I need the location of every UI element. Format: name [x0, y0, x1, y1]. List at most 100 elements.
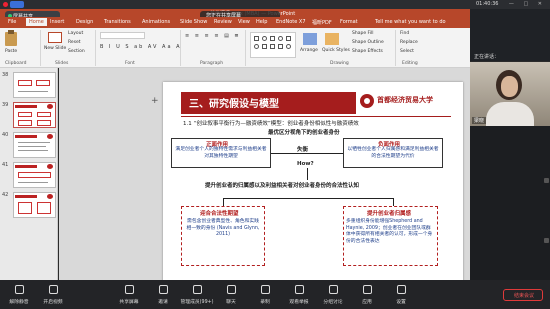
members-icon	[193, 285, 202, 294]
belonging-body: 多重组织身份能增强Shepherd and Haynie, 2009；创业者在创…	[346, 219, 433, 244]
video-panel-background	[470, 126, 550, 296]
add-icon[interactable]: +	[151, 96, 159, 106]
slide-thumbnail-panel: 38 39 40 41 42	[0, 68, 58, 296]
slide-thumbnail[interactable]	[13, 72, 56, 98]
tab-format[interactable]: Format	[340, 19, 358, 25]
tab-review[interactable]: Review	[214, 19, 232, 25]
paste-button[interactable]: Paste	[5, 49, 17, 54]
slide-thumbnail[interactable]	[13, 162, 56, 188]
window-controls[interactable]: — □ ✕	[509, 1, 546, 7]
current-slide[interactable]: 三、研究假设与模型 首都经济贸易大学 1.1 “创业叙事平衡行为—融资绩效”模型…	[163, 82, 463, 292]
legitimacy-body: 需包含创业者典型性、角色和实践相一致的身份 (Navis and Glynn, …	[186, 219, 260, 237]
ribbon-divider	[180, 30, 181, 66]
tab-slide-show[interactable]: Slide Show	[180, 19, 207, 25]
apps-icon	[363, 285, 372, 294]
start-video-button[interactable]: 开启视频	[36, 280, 70, 309]
group-slides: Slides	[55, 61, 69, 66]
font-format-buttons[interactable]: B I U S ab AV Aa A	[100, 44, 182, 50]
quick-styles-button[interactable]: Quick Styles	[322, 48, 350, 53]
group-drawing: Drawing	[330, 61, 349, 66]
breakout-button[interactable]: 分组讨论	[316, 280, 350, 309]
new-slide-icon[interactable]	[48, 32, 62, 43]
section-button[interactable]: Section	[68, 49, 85, 54]
group-clipboard: Clipboard	[5, 61, 27, 66]
negative-effect-body: 以牺牲创业者个人归属感和满足利益相关者的合法性期望为代价	[347, 147, 439, 159]
perspective-heading: 最优区分视角下的创业者身份	[268, 130, 340, 136]
manage-members-button[interactable]: 管理成员(99+)	[180, 280, 214, 309]
paste-icon[interactable]	[5, 30, 17, 46]
panel-expand-icon[interactable]	[544, 238, 549, 243]
tab-insert[interactable]: Insert	[50, 19, 64, 25]
tab-view[interactable]: View	[238, 19, 250, 25]
balance-connector	[271, 153, 343, 154]
tab-transitions[interactable]: Transitions	[104, 19, 131, 25]
panel-collapse-icon[interactable]	[544, 178, 549, 183]
reset-button[interactable]: Reset	[68, 40, 81, 45]
university-seal-icon	[360, 94, 374, 108]
shape-outline-button[interactable]: Shape Outline	[352, 40, 384, 45]
invite-icon	[159, 285, 168, 294]
tab-animations[interactable]: Animations	[142, 19, 170, 25]
ribbon: Paste Clipboard New Slide Layout Reset S…	[0, 28, 470, 68]
tab-endnote[interactable]: EndNote X7	[276, 19, 306, 25]
settings-button[interactable]: 设置	[384, 280, 418, 309]
font-name-box[interactable]	[100, 32, 145, 39]
person-body	[486, 102, 534, 126]
select-button[interactable]: Select	[400, 49, 414, 54]
slide-thumbnail-selected[interactable]	[13, 102, 56, 128]
slide-title: 三、研究假设与模型	[189, 99, 279, 110]
goal-statement: 提升创业者的归属感以及利益相关者对创业者身份的合法性认知	[205, 183, 360, 189]
share-icon	[125, 285, 134, 294]
thumb-number: 38	[2, 72, 9, 78]
record-button[interactable]: 录制	[248, 280, 282, 309]
tab-file[interactable]: File	[8, 19, 16, 25]
university-name: 首都经济贸易大学	[377, 95, 433, 104]
slide-thumbnail[interactable]	[13, 192, 56, 218]
quick-styles-icon[interactable]	[325, 33, 339, 45]
shapes-gallery[interactable]	[250, 32, 296, 58]
apps-button[interactable]: 应用	[350, 280, 384, 309]
ribbon-divider	[95, 30, 96, 66]
layout-button[interactable]: Layout	[68, 31, 83, 36]
report-button[interactable]: 观看举报	[282, 280, 316, 309]
thumb-number: 39	[2, 102, 9, 108]
down-arrow	[307, 168, 308, 180]
end-meeting-button[interactable]: 结束会议	[503, 289, 543, 301]
new-slide-button[interactable]: New Slide	[44, 46, 66, 51]
app-logo	[10, 1, 24, 8]
gear-icon	[397, 285, 406, 294]
shape-fill-button[interactable]: Shape Fill	[352, 31, 374, 36]
tab-home[interactable]: Home	[26, 18, 47, 26]
arrange-button[interactable]: Arrange	[300, 48, 318, 53]
ribbon-divider	[245, 30, 246, 66]
meeting-timer: 01:40:36	[476, 1, 499, 7]
eye-icon	[295, 285, 304, 294]
replace-button[interactable]: Replace	[400, 40, 418, 45]
meeting-toolbar: 解除静音 开启视频 共享屏幕 邀请 管理成员(99+) 聊天 录制 观看举报 分…	[0, 280, 550, 309]
tab-help[interactable]: Help	[256, 19, 267, 25]
find-button[interactable]: Find	[400, 31, 409, 36]
share-screen-button[interactable]: 共享屏幕	[112, 280, 146, 309]
arrange-icon[interactable]	[303, 33, 317, 45]
paragraph-buttons[interactable]: ≡ ≡ ≡ ≡ ▤ ≣	[185, 33, 241, 39]
imbalance-label: 失衡	[297, 147, 309, 153]
invite-button[interactable]: 邀请	[146, 280, 180, 309]
tab-design[interactable]: Design	[76, 19, 93, 25]
split-left-arrow	[223, 198, 224, 206]
slide-canvas: + 三、研究假设与模型 首都经济贸易大学 1.1 “创业叙事平衡行为—融资绩效”…	[59, 68, 470, 296]
participant-video[interactable]: 梁晓	[470, 62, 550, 126]
ribbon-divider	[395, 30, 396, 66]
shape-effects-button[interactable]: Shape Effects	[352, 49, 383, 54]
unmute-button[interactable]: 解除静音	[2, 280, 36, 309]
belonging-title: 提升创业者归属感	[367, 211, 412, 217]
slide-thumbnail[interactable]	[13, 132, 56, 158]
tell-me-box[interactable]: Tell me what you want to do	[375, 19, 446, 25]
positive-effect-body: 满足创业者个人的独特性需求与利益相关者对其独特性期望	[175, 147, 267, 159]
person-face	[501, 76, 518, 97]
thumb-number: 40	[2, 132, 9, 138]
tab-foxit-pdf[interactable]: 福昕PDF	[312, 19, 332, 26]
ribbon-divider	[40, 30, 41, 66]
breakout-icon	[329, 285, 338, 294]
meeting-top-bar: 01:40:36 — □ ✕	[0, 0, 550, 9]
chat-button[interactable]: 聊天	[214, 280, 248, 309]
